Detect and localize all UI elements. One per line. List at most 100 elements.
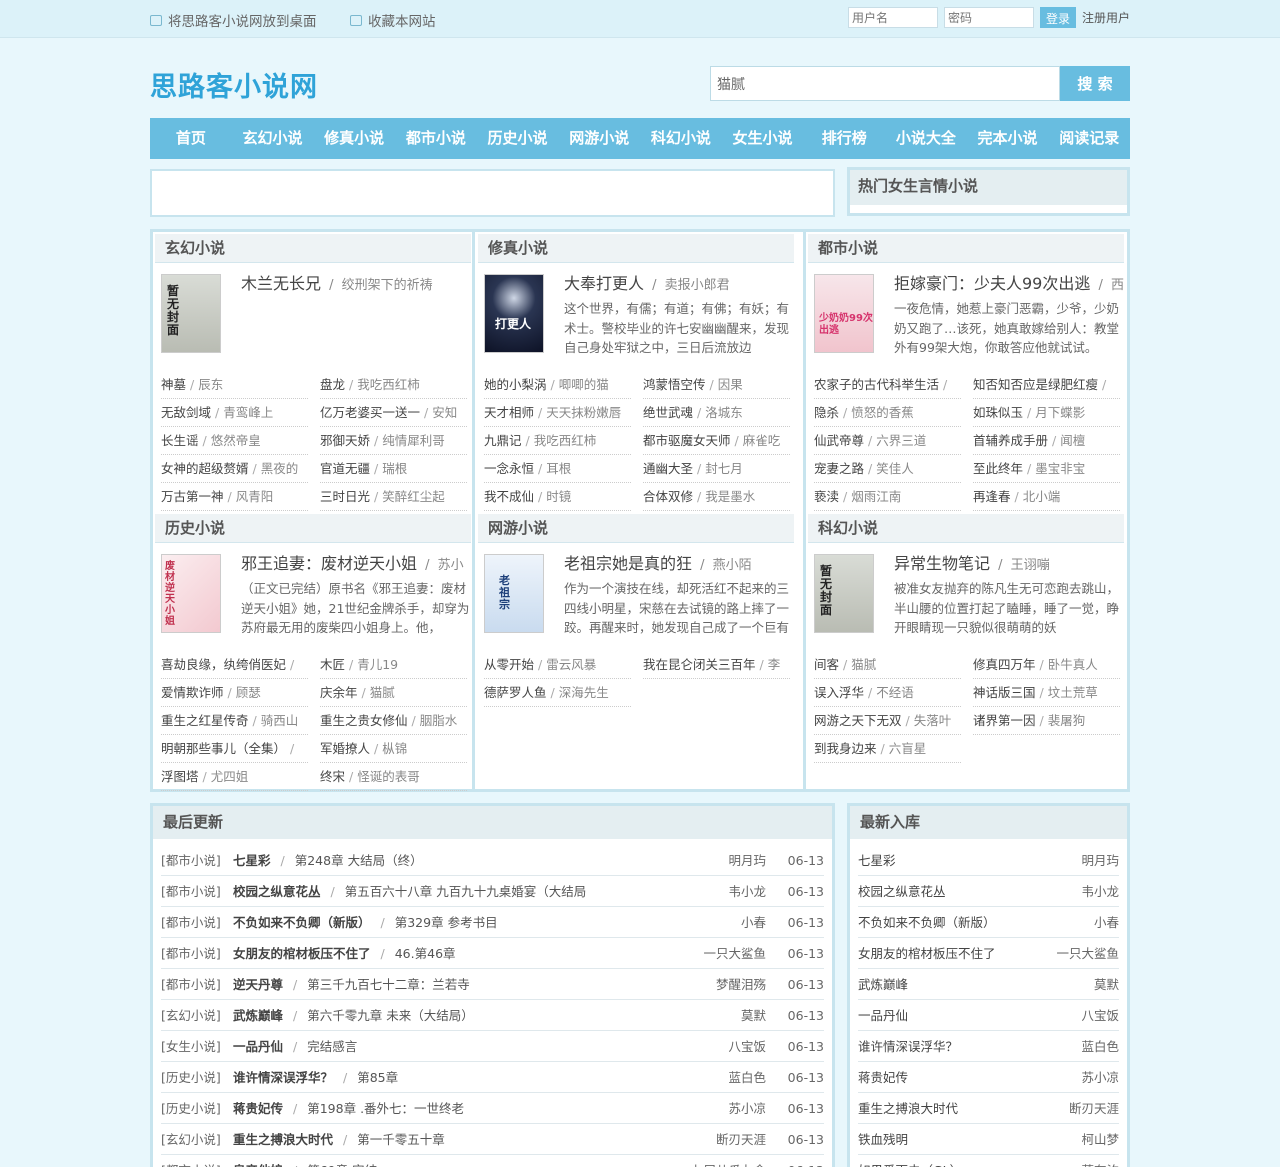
nav-item[interactable]: 小说大全 <box>885 118 967 159</box>
row-category[interactable]: [都市小说] <box>161 907 233 937</box>
book-name[interactable]: 神话版三国 <box>973 685 1036 700</box>
row-chapter[interactable]: 第69章 完结 <box>307 1155 676 1167</box>
book-name[interactable]: 鸿蒙悟空传 <box>643 377 706 392</box>
book-name[interactable]: 从零开始 <box>484 657 534 672</box>
row-chapter[interactable]: 第329章 参考书目 <box>395 907 676 937</box>
book-name[interactable]: 邪御天娇 <box>320 433 370 448</box>
row-book-name[interactable]: 逆天丹尊 <box>233 969 283 999</box>
book-name[interactable]: 德萨罗人鱼 <box>484 685 547 700</box>
row-category[interactable]: [都市小说] <box>161 1155 233 1167</box>
featured-title[interactable]: 老祖宗她是真的狂 <box>564 554 692 572</box>
list-item[interactable]: 庆余年 / 猫腻 <box>320 679 467 707</box>
list-item[interactable]: 神话版三国 / 坟土荒草 <box>973 679 1120 707</box>
list-item[interactable]: 神墓 / 辰东 <box>161 371 308 399</box>
list-item[interactable]: 鸿蒙悟空传 / 因果 <box>643 371 790 399</box>
list-item[interactable]: 如珠似玉 / 月下蝶影 <box>973 399 1120 427</box>
book-name[interactable]: 三时日光 <box>320 489 370 504</box>
row-chapter[interactable]: 第248章 大结局（终） <box>295 845 676 875</box>
list-item[interactable]: 间客 / 猫腻 <box>814 651 961 679</box>
nav-item[interactable]: 女生小说 <box>722 118 804 159</box>
book-name[interactable]: 误入浮华 <box>814 685 864 700</box>
book-name[interactable]: 长生谣 <box>161 433 199 448</box>
site-logo[interactable]: 思路客小说网 <box>150 65 318 104</box>
featured-book[interactable]: 拒嫁豪门：少夫人99次出逃 / 西 <box>894 270 1124 292</box>
book-name[interactable]: 终宋 <box>320 769 345 784</box>
book-name[interactable]: 蒋贵妃传 <box>858 1062 908 1092</box>
list-item[interactable]: 我不成仙 / 时镜 <box>484 483 631 511</box>
list-item[interactable]: 三时日光 / 笑醉红尘起 <box>320 483 467 511</box>
list-item[interactable]: 隐杀 / 愤怒的香蕉 <box>814 399 961 427</box>
row-category[interactable]: [都市小说] <box>161 969 233 999</box>
nav-item[interactable]: 首页 <box>150 118 232 159</box>
row-book-name[interactable]: 女朋友的棺材板压不住了 <box>233 938 371 968</box>
row-category[interactable]: [历史小说] <box>161 1062 233 1092</box>
list-item[interactable]: 误入浮华 / 不经语 <box>814 679 961 707</box>
book-name[interactable]: 知否知否应是绿肥红瘦 <box>973 377 1098 392</box>
book-name[interactable]: 喜劫良缘，纨绔俏医妃 <box>161 657 286 672</box>
book-name[interactable]: 合体双修 <box>643 489 693 504</box>
nav-item[interactable]: 阅读记录 <box>1048 118 1130 159</box>
book-name[interactable]: 女朋友的棺材板压不住了 <box>858 938 996 968</box>
list-item[interactable]: 诸界第一因 / 裴屠狗 <box>973 707 1120 735</box>
book-name[interactable]: 重生之红星传奇 <box>161 713 249 728</box>
book-name[interactable]: 军婚撩人 <box>320 741 370 756</box>
book-cover[interactable]: 打更人 <box>484 274 544 353</box>
book-name[interactable]: 官道无疆 <box>320 461 370 476</box>
featured-title[interactable]: 大奉打更人 <box>564 274 644 292</box>
row-book-name[interactable]: 不负如来不负卿（新版） <box>233 907 371 937</box>
list-item[interactable]: 她的小梨涡 / 唧唧的猫 <box>484 371 631 399</box>
username-input[interactable] <box>847 7 938 28</box>
row-chapter[interactable]: 第六千零九章 未来（大结局） <box>307 1000 676 1030</box>
nav-item[interactable]: 历史小说 <box>477 118 559 159</box>
list-item[interactable]: 女神的超级赘婿 / 黑夜的 <box>161 455 308 483</box>
book-name[interactable]: 网游之天下无双 <box>814 713 902 728</box>
nav-item[interactable]: 都市小说 <box>395 118 477 159</box>
row-category[interactable]: [都市小说] <box>161 938 233 968</box>
book-name[interactable]: 她的小梨涡 <box>484 377 547 392</box>
book-name[interactable]: 宠妻之路 <box>814 461 864 476</box>
list-item[interactable]: 首辅养成手册 / 闻檀 <box>973 427 1120 455</box>
password-input[interactable] <box>943 7 1034 28</box>
list-item[interactable]: 九鼎记 / 我吃西红柿 <box>484 427 631 455</box>
book-name[interactable]: 神墓 <box>161 377 186 392</box>
row-category[interactable]: [都市小说] <box>161 876 233 906</box>
row-book-name[interactable]: 重生之搏浪大时代 <box>233 1124 333 1154</box>
list-item[interactable]: 木匠 / 青儿19 <box>320 651 467 679</box>
list-item[interactable]: 无敌剑域 / 青鸾峰上 <box>161 399 308 427</box>
list-item[interactable]: 重生之红星传奇 / 骑西山 <box>161 707 308 735</box>
book-name[interactable]: 一品丹仙 <box>858 1000 908 1030</box>
list-item[interactable]: 亵渎 / 烟雨江南 <box>814 483 961 511</box>
featured-title[interactable]: 木兰无长兄 <box>241 274 321 292</box>
book-cover[interactable]: 少奶奶99次出逃 <box>814 274 874 353</box>
book-name[interactable]: 不负如来不负卿（新版） <box>858 907 996 937</box>
book-name[interactable]: 到我身边来 <box>814 741 877 756</box>
book-cover[interactable]: 暂无封面 <box>161 274 221 353</box>
list-item[interactable]: 万古第一神 / 风青阳 <box>161 483 308 511</box>
featured-title[interactable]: 拒嫁豪门：少夫人99次出逃 <box>894 274 1090 292</box>
list-item[interactable]: 重生之贵女修仙 / 胭脂水 <box>320 707 467 735</box>
list-item[interactable]: 知否知否应是绿肥红瘦 / <box>973 371 1120 399</box>
row-category[interactable]: [都市小说] <box>161 845 233 875</box>
row-book-name[interactable]: 七星彩 <box>233 845 271 875</box>
row-category[interactable]: [玄幻小说] <box>161 1000 233 1030</box>
book-cover[interactable]: 老祖宗 <box>484 554 544 633</box>
list-item[interactable]: 终宋 / 怪诞的表哥 <box>320 763 467 791</box>
book-name[interactable]: 木匠 <box>320 657 345 672</box>
featured-title[interactable]: 邪王追妻：废材逆天小姐 <box>241 554 417 572</box>
nav-item[interactable]: 科幻小说 <box>640 118 722 159</box>
search-input[interactable] <box>710 66 1060 101</box>
list-item[interactable]: 再逢春 / 北小端 <box>973 483 1120 511</box>
list-item[interactable]: 爱情欺诈师 / 顾瑟 <box>161 679 308 707</box>
list-item[interactable]: 修真四万年 / 卧牛真人 <box>973 651 1120 679</box>
row-book-name[interactable]: 蒋贵妃传 <box>233 1093 283 1123</box>
row-category[interactable]: [玄幻小说] <box>161 1124 233 1154</box>
row-chapter[interactable]: 46.第46章 <box>395 938 676 968</box>
row-chapter[interactable]: 完结感言 <box>307 1031 676 1061</box>
search-button[interactable]: 搜 索 <box>1060 66 1130 101</box>
row-chapter[interactable]: 第一千零五十章 <box>357 1124 676 1154</box>
book-name[interactable]: 至此终年 <box>973 461 1023 476</box>
book-name[interactable]: 仙武帝尊 <box>814 433 864 448</box>
list-item[interactable]: 天才相师 / 天天抹粉嫩唇 <box>484 399 631 427</box>
list-item[interactable]: 到我身边来 / 六盲星 <box>814 735 961 763</box>
book-name[interactable]: 武炼巅峰 <box>858 969 908 999</box>
